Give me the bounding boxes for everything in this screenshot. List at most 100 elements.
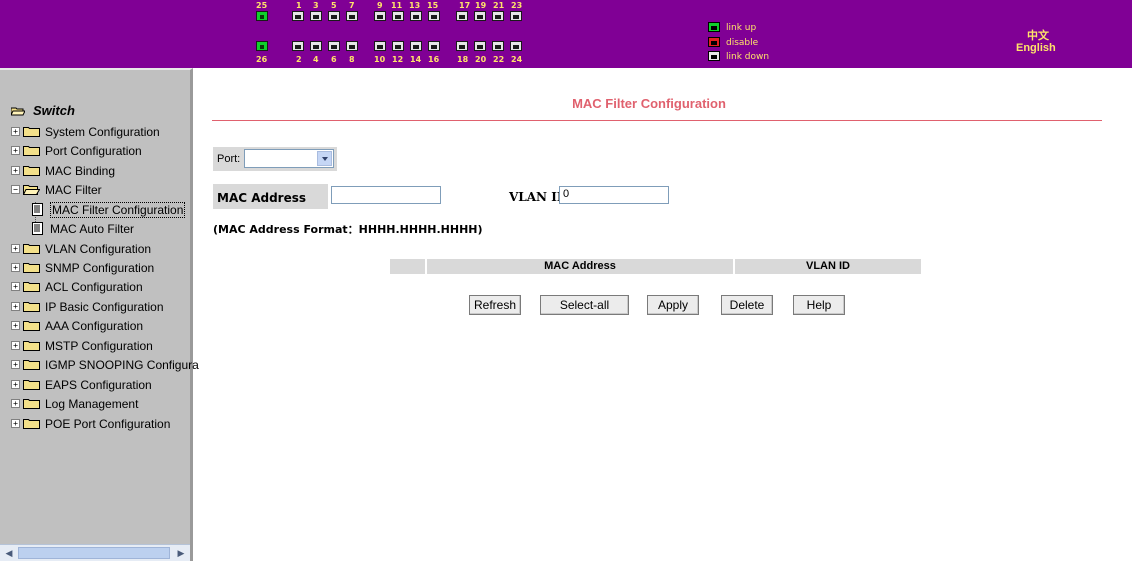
sidebar-item-poe-port-configuration[interactable]: + POE Port Configuration xyxy=(11,415,170,432)
port-indicator-12[interactable] xyxy=(392,41,404,51)
expand-icon[interactable]: + xyxy=(11,263,20,272)
open-folder-icon xyxy=(23,185,40,195)
sidebar-item-mstp-configuration[interactable]: + MSTP Configuration xyxy=(11,337,153,354)
sidebar-item-ip-basic-configuration[interactable]: + IP Basic Configuration xyxy=(11,298,164,315)
port-indicator-4[interactable] xyxy=(310,41,322,51)
expand-icon[interactable]: + xyxy=(11,244,20,253)
port-indicator-9[interactable] xyxy=(374,11,386,21)
port-indicator-23[interactable] xyxy=(510,11,522,21)
port-indicator-16[interactable] xyxy=(428,41,440,51)
chevron-down-icon[interactable] xyxy=(317,151,332,166)
port-indicator-22[interactable] xyxy=(492,41,504,51)
sidebar-item-acl-configuration[interactable]: + ACL Configuration xyxy=(11,278,143,295)
sidebar-item-eaps-configuration[interactable]: + EAPS Configuration xyxy=(11,376,152,393)
apply-button[interactable]: Apply xyxy=(647,295,699,315)
sidebar-item-igmp-snooping-configuration[interactable]: + IGMP SNOOPING Configura xyxy=(11,356,199,373)
refresh-button[interactable]: Refresh xyxy=(469,295,521,315)
port-indicator-26[interactable] xyxy=(256,41,268,51)
link-up-legend-icon xyxy=(708,22,720,32)
port-indicator-17[interactable] xyxy=(456,11,468,21)
port-number: 9 xyxy=(377,1,383,10)
help-button[interactable]: Help xyxy=(793,295,845,315)
vlan-id-input[interactable]: 0 xyxy=(559,186,669,204)
port-indicator-3[interactable] xyxy=(310,11,322,21)
sidebar-item-mac-filter[interactable]: − MAC Filter xyxy=(11,181,102,198)
mac-address-label: MAC Address xyxy=(217,191,307,205)
english-language-link[interactable]: English xyxy=(1016,42,1056,54)
port-indicator-1[interactable] xyxy=(292,11,304,21)
port-number: 11 xyxy=(391,1,403,10)
port-number: 22 xyxy=(493,55,505,64)
port-indicator-6[interactable] xyxy=(328,41,340,51)
port-indicator-5[interactable] xyxy=(328,11,340,21)
expand-icon[interactable]: + xyxy=(11,282,20,291)
sidebar-item-mac-filter-configuration[interactable]: MAC Filter Configuration xyxy=(30,201,186,218)
port-indicator-18[interactable] xyxy=(456,41,468,51)
port-number: 21 xyxy=(493,1,505,10)
port-indicator-8[interactable] xyxy=(346,41,358,51)
sidebar-item-label: IGMP SNOOPING Configura xyxy=(45,357,199,372)
port-indicator-13[interactable] xyxy=(410,11,422,21)
sidebar-item-snmp-configuration[interactable]: + SNMP Configuration xyxy=(11,259,154,276)
sidebar-item-label: POE Port Configuration xyxy=(45,416,171,431)
tree-root-switch[interactable]: Switch xyxy=(33,103,75,118)
expand-icon[interactable]: + xyxy=(11,127,20,136)
expand-icon[interactable]: + xyxy=(11,321,20,330)
sidebar-item-log-management[interactable]: + Log Management xyxy=(11,395,138,412)
port-number: 20 xyxy=(475,55,487,64)
port-indicator-11[interactable] xyxy=(392,11,404,21)
disable-legend-label: disable xyxy=(726,38,759,48)
sidebar-item-label: EAPS Configuration xyxy=(45,377,152,392)
port-indicator-7[interactable] xyxy=(346,11,358,21)
folder-icon xyxy=(23,282,40,292)
collapse-icon[interactable]: − xyxy=(11,185,20,194)
port-number: 15 xyxy=(427,1,439,10)
sidebar-item-mac-binding[interactable]: + MAC Binding xyxy=(11,162,115,179)
scroll-left-icon[interactable]: ◀ xyxy=(1,546,17,560)
folder-icon xyxy=(23,244,40,254)
chinese-language-link[interactable]: 中文 xyxy=(1027,27,1049,43)
delete-button[interactable]: Delete xyxy=(721,295,773,315)
port-indicator-10[interactable] xyxy=(374,41,386,51)
table-header-mac-address: MAC Address xyxy=(427,259,735,274)
expand-icon[interactable]: + xyxy=(11,380,20,389)
sidebar-item-vlan-configuration[interactable]: + VLAN Configuration xyxy=(11,240,151,257)
horizontal-scrollbar[interactable]: ◀ ▶ xyxy=(0,544,190,561)
expand-icon[interactable]: + xyxy=(11,302,20,311)
port-indicator-24[interactable] xyxy=(510,41,522,51)
port-indicator-19[interactable] xyxy=(474,11,486,21)
sidebar-item-system-configuration[interactable]: + System Configuration xyxy=(11,123,160,140)
port-number: 23 xyxy=(511,1,523,10)
expand-icon[interactable]: + xyxy=(11,399,20,408)
expand-icon[interactable]: + xyxy=(11,166,20,175)
sidebar-item-mac-auto-filter[interactable]: MAC Auto Filter xyxy=(30,220,134,237)
sidebar-item-label: MAC Binding xyxy=(45,163,116,178)
expand-icon[interactable]: + xyxy=(11,419,20,428)
sidebar-item-aaa-configuration[interactable]: + AAA Configuration xyxy=(11,317,143,334)
expand-icon[interactable]: + xyxy=(11,341,20,350)
port-number: 25 xyxy=(256,1,268,10)
folder-icon xyxy=(23,302,40,312)
link-up-legend-label: link up xyxy=(726,23,757,33)
port-indicator-14[interactable] xyxy=(410,41,422,51)
port-number: 10 xyxy=(374,55,386,64)
main-content: MAC Filter Configuration Port: MAC Addre… xyxy=(196,68,1132,561)
mac-address-label-cell: MAC Address xyxy=(213,184,328,209)
folder-icon xyxy=(23,166,40,176)
sidebar-item-label: IP Basic Configuration xyxy=(45,299,164,314)
port-indicator-15[interactable] xyxy=(428,11,440,21)
sidebar-item-label: Port Configuration xyxy=(45,143,142,158)
port-indicator-25[interactable] xyxy=(256,11,268,21)
mac-address-input[interactable] xyxy=(331,186,441,204)
sidebar-item-label: System Configuration xyxy=(45,124,160,139)
port-indicator-21[interactable] xyxy=(492,11,504,21)
port-indicator-20[interactable] xyxy=(474,41,486,51)
expand-icon[interactable]: + xyxy=(11,146,20,155)
scroll-right-icon[interactable]: ▶ xyxy=(173,546,189,560)
select-all-button[interactable]: Select-all xyxy=(540,295,629,315)
sidebar-item-port-configuration[interactable]: + Port Configuration xyxy=(11,142,142,159)
port-indicator-2[interactable] xyxy=(292,41,304,51)
scrollbar-thumb[interactable] xyxy=(18,547,170,559)
port-select[interactable] xyxy=(244,149,334,168)
expand-icon[interactable]: + xyxy=(11,360,20,369)
